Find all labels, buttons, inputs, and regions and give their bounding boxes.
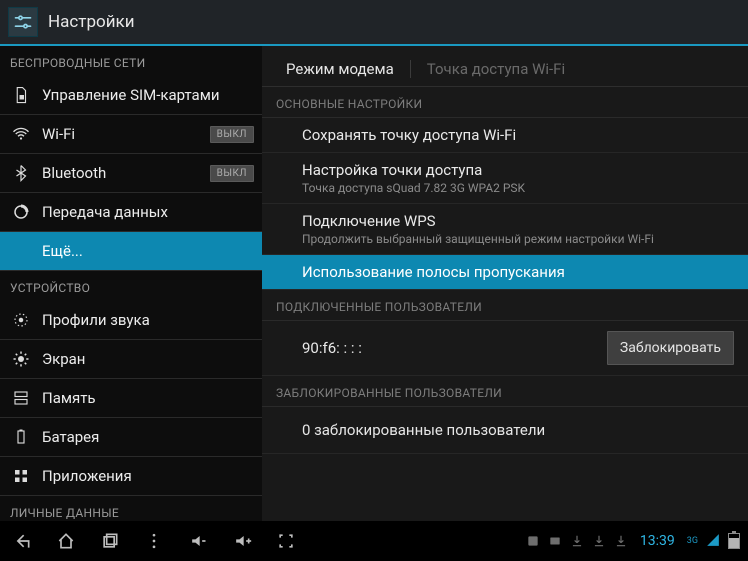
tab-hotspot[interactable]: Точка доступа Wi-Fi	[415, 52, 577, 86]
sidebar-item-label: Профили звука	[42, 311, 254, 329]
sidebar-item-display[interactable]: Экран	[0, 340, 262, 379]
blank-icon	[10, 240, 32, 262]
nav-screenshot-button[interactable]	[264, 521, 308, 561]
battery-status-icon	[728, 533, 740, 549]
mac-address: 90:f6: : : :	[302, 339, 607, 357]
setting-title: Настройка точки доступа	[302, 161, 734, 179]
sidebar-item-more[interactable]: Ещё...	[0, 232, 262, 271]
sidebar-section-personal: ЛИЧНЫЕ ДАННЫЕ	[0, 496, 262, 521]
sidebar-item-bluetooth[interactable]: Bluetooth ВЫКЛ	[0, 154, 262, 193]
display-icon	[10, 348, 32, 370]
sidebar-item-label: Bluetooth	[42, 164, 210, 182]
tab-modem[interactable]: Режим модема	[274, 52, 406, 86]
download-icon	[592, 534, 606, 548]
notification-icon	[548, 534, 562, 548]
status-clock: 13:39	[640, 533, 675, 549]
sidebar-item-label: Экран	[42, 350, 254, 368]
setting-wps[interactable]: Подключение WPS Продолжить выбранный защ…	[262, 204, 748, 255]
notification-icon	[526, 534, 540, 548]
wifi-icon	[10, 123, 32, 145]
nav-volume-down-button[interactable]	[176, 521, 220, 561]
sidebar-section-device: УСТРОЙСТВО	[0, 271, 262, 301]
sidebar-item-label: Приложения	[42, 467, 254, 485]
sidebar-item-sound[interactable]: Профили звука	[0, 301, 262, 340]
sidebar-item-apps[interactable]: Приложения	[0, 457, 262, 496]
section-basic: ОСНОВНЫЕ НАСТРОЙКИ	[262, 87, 748, 118]
sidebar-item-label: Wi-Fi	[42, 125, 210, 143]
signal-icon	[706, 532, 720, 551]
wifi-toggle[interactable]: ВЫКЛ	[210, 126, 254, 143]
sidebar-item-label: Память	[42, 389, 254, 407]
setting-setup-hotspot[interactable]: Настройка точки доступа Точка доступа sQ…	[262, 153, 748, 204]
sidebar-item-battery[interactable]: Батарея	[0, 418, 262, 457]
system-nav-bar: 13:39 3G	[0, 521, 748, 561]
bluetooth-icon	[10, 162, 32, 184]
setting-title: Использование полосы пропускания	[302, 263, 734, 281]
section-connected: ПОДКЛЮЧЕННЫЕ ПОЛЬЗОВАТЕЛИ	[262, 290, 748, 321]
sidebar-item-label: Ещё...	[42, 242, 254, 260]
title-bar: Настройки	[0, 0, 748, 46]
tab-bar: Режим модема Точка доступа Wi-Fi	[262, 46, 748, 87]
settings-sidebar: БЕСПРОВОДНЫЕ СЕТИ Управление SIM-картами…	[0, 46, 262, 521]
setting-subtitle: Продолжить выбранный защищенный режим на…	[302, 232, 734, 246]
sidebar-item-sim[interactable]: Управление SIM-картами	[0, 76, 262, 115]
sidebar-item-storage[interactable]: Память	[0, 379, 262, 418]
block-button[interactable]: Заблокировать	[607, 331, 734, 365]
sidebar-item-label: Передача данных	[42, 203, 254, 221]
sound-icon	[10, 309, 32, 331]
app-title: Настройки	[48, 12, 135, 32]
setting-keep-hotspot[interactable]: Сохранять точку доступа Wi-Fi	[262, 118, 748, 153]
storage-icon	[10, 387, 32, 409]
setting-title: Сохранять точку доступа Wi-Fi	[302, 126, 734, 144]
main-pane: Режим модема Точка доступа Wi-Fi ОСНОВНЫ…	[262, 46, 748, 521]
sidebar-item-label: Батарея	[42, 428, 254, 446]
setting-bandwidth[interactable]: Использование полосы пропускания	[262, 255, 748, 290]
battery-icon	[10, 426, 32, 448]
download-icon	[614, 534, 628, 548]
sidebar-section-wireless: БЕСПРОВОДНЫЕ СЕТИ	[0, 46, 262, 76]
status-area[interactable]: 13:39 3G	[526, 532, 748, 551]
blocked-users-empty: 0 заблокированные пользователи	[262, 407, 748, 454]
download-icon	[570, 534, 584, 548]
sidebar-item-wifi[interactable]: Wi-Fi ВЫКЛ	[0, 115, 262, 154]
nav-menu-button[interactable]	[132, 521, 176, 561]
connected-user-row: 90:f6: : : : Заблокировать	[262, 321, 748, 376]
setting-subtitle: Точка доступа sQuad 7.82 3G WPA2 PSK	[302, 181, 734, 195]
settings-app-icon	[8, 7, 38, 37]
apps-icon	[10, 465, 32, 487]
bluetooth-toggle[interactable]: ВЫКЛ	[210, 165, 254, 182]
sidebar-item-data-usage[interactable]: Передача данных	[0, 193, 262, 232]
setting-title: Подключение WPS	[302, 212, 734, 230]
tab-divider	[410, 60, 411, 78]
network-3g-icon: 3G	[687, 536, 698, 546]
data-usage-icon	[10, 201, 32, 223]
sim-icon	[10, 84, 32, 106]
nav-back-button[interactable]	[0, 521, 44, 561]
nav-home-button[interactable]	[44, 521, 88, 561]
sidebar-item-label: Управление SIM-картами	[42, 86, 254, 104]
section-blocked: ЗАБЛОКИРОВАННЫЕ ПОЛЬЗОВАТЕЛИ	[262, 376, 748, 407]
nav-recent-button[interactable]	[88, 521, 132, 561]
nav-volume-up-button[interactable]	[220, 521, 264, 561]
